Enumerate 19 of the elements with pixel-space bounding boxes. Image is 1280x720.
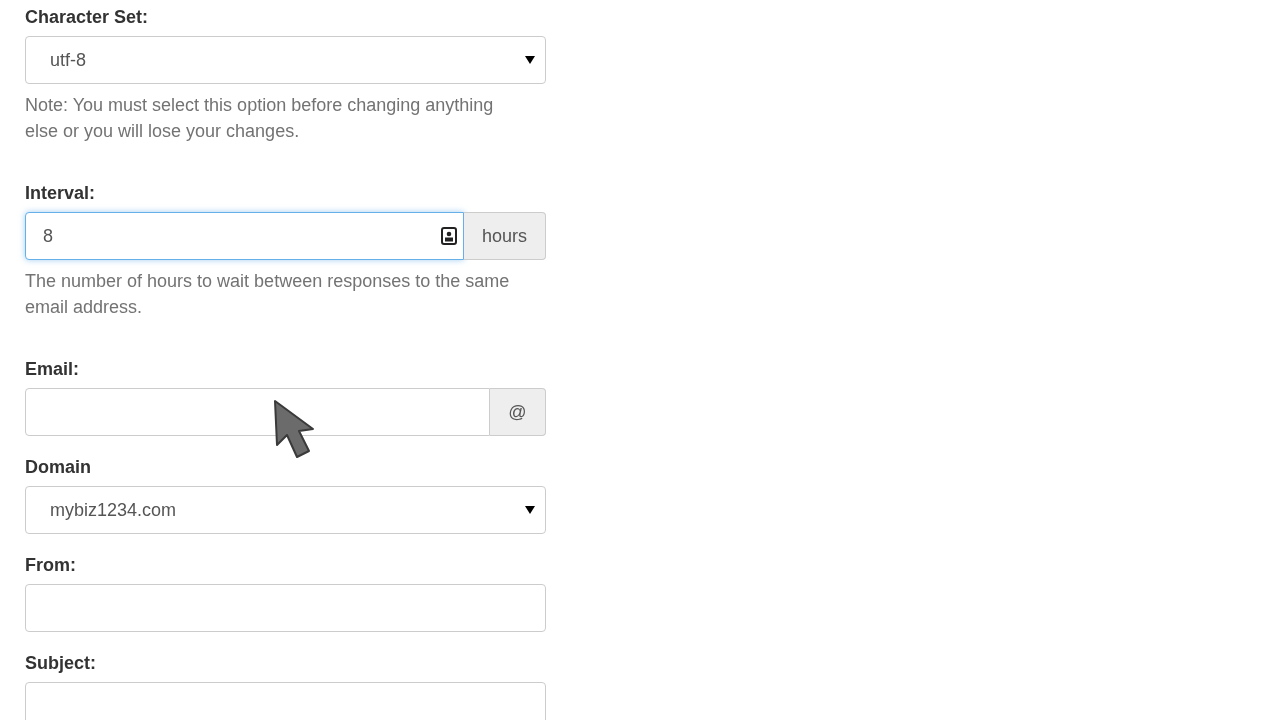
- input-field[interactable]: [25, 682, 546, 720]
- field-label: Subject:: [25, 652, 97, 675]
- field-label: Character Set:: [25, 6, 150, 29]
- caret-icon: [525, 506, 535, 514]
- input-field[interactable]: [25, 388, 490, 436]
- field-label: Interval:: [25, 182, 97, 205]
- field-label: Domain: [25, 456, 92, 479]
- caret-icon: [525, 56, 535, 64]
- contact-card-icon[interactable]: [440, 227, 457, 245]
- field-label: Email:: [25, 358, 81, 381]
- help-text: The number of hours to wait between responses to the same email address.: [25, 270, 511, 319]
- dropdown[interactable]: mybiz1234.com: [25, 486, 546, 534]
- dropdown[interactable]: utf-8: [25, 36, 546, 84]
- field-label: From:: [25, 554, 77, 577]
- input-addon: hours: [463, 212, 546, 260]
- input-field[interactable]: 8: [25, 212, 464, 260]
- input-addon: @: [490, 388, 546, 436]
- input-field[interactable]: [25, 584, 546, 632]
- help-text: Note: You must select this option before changing anything else or you will lose your changes.: [25, 94, 495, 143]
